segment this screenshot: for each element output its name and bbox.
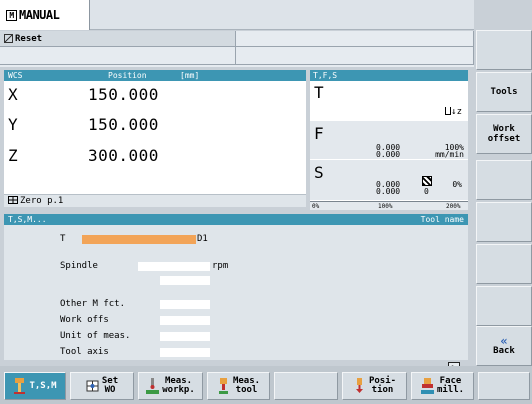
mode-tab: M MANUAL <box>0 0 90 30</box>
scale-label: 100% <box>378 203 393 210</box>
softkey-v1[interactable] <box>476 30 532 70</box>
feed-letter: F <box>314 124 324 143</box>
meas-workpiece-icon <box>146 378 160 394</box>
feed-block: F 0.000 0.000 100% mm/min <box>310 122 468 160</box>
tool-axis-text: ↓z <box>451 107 462 117</box>
tool-name-field[interactable] <box>82 235 196 244</box>
d-number-label: D1 <box>197 234 208 244</box>
spindle-value-2: 0.000 <box>376 187 401 196</box>
axis-name: Z <box>8 146 18 165</box>
manual-mode-icon: M <box>6 9 17 21</box>
tsm-header: T,S,M... Tool name <box>4 214 468 225</box>
softkey-h8[interactable] <box>478 372 530 400</box>
softkey-position[interactable]: Posi- tion <box>342 372 407 400</box>
spindle-stop-icon <box>422 176 432 186</box>
softkey-label: Face mill. <box>436 376 465 395</box>
axis-name: X <box>8 85 18 104</box>
set-wo-icon <box>86 380 99 392</box>
zero-point-icon <box>8 196 18 204</box>
position-title: Position <box>108 71 147 80</box>
tool-axis-field[interactable] <box>160 348 210 357</box>
softkey-meas-workp[interactable]: Meas. workp. <box>138 372 203 400</box>
softkey-label: Meas. tool <box>232 376 261 395</box>
axis-row-x: X 150.000 <box>4 81 306 109</box>
axis-value: 150.000 <box>88 115 159 134</box>
softkey-meas-tool[interactable]: Meas. tool <box>207 372 270 400</box>
tsm-title: T,S,M... <box>8 215 47 224</box>
spindle-direction-field[interactable] <box>160 276 210 285</box>
softkey-v4[interactable] <box>476 160 532 200</box>
softkey-tools[interactable]: Tools <box>476 72 532 112</box>
tool-block: T ↓z <box>310 81 468 121</box>
position-unit: [mm] <box>180 71 200 80</box>
softkey-tsm[interactable]: T,S,M <box>4 372 66 400</box>
axis-value: 150.000 <box>88 85 159 104</box>
softkey-label: T,S,M <box>29 380 57 391</box>
zero-point-label: Zero p.1 <box>20 196 64 206</box>
unit-of-meas-field[interactable] <box>160 332 210 341</box>
override-scale: 0% 100% 200% <box>310 201 468 210</box>
scale-label: 200% <box>446 203 461 210</box>
softkey-label: Set WO <box>101 376 119 395</box>
tsm-tool-icon <box>14 378 26 394</box>
spindle-zero: 0 <box>424 187 429 196</box>
feed-unit: mm/min <box>435 150 464 159</box>
unit-of-meas-label: Unit of meas. <box>60 331 131 341</box>
softkey-h5[interactable] <box>274 372 338 400</box>
spindle-override: 0% <box>452 180 462 189</box>
spindle-letter: S <box>314 163 324 182</box>
tsm-t-label: T <box>60 234 66 244</box>
work-offs-label: Work offs <box>60 315 109 325</box>
rpm-label: rpm <box>212 261 229 271</box>
meas-tool-icon <box>218 378 228 394</box>
reset-status: Reset <box>0 31 236 47</box>
spindle-speed-field[interactable] <box>138 262 210 271</box>
work-offs-field[interactable] <box>160 316 210 325</box>
axis-name: Y <box>8 115 18 134</box>
tool-name-label: Tool name <box>420 215 464 224</box>
face-mill-icon <box>420 378 434 394</box>
back-label: Back <box>493 346 515 356</box>
status-cell-bottom-right <box>236 47 474 65</box>
mode-label: MANUAL <box>19 8 60 22</box>
softkey-v5[interactable] <box>476 202 532 242</box>
softkey-v6[interactable] <box>476 244 532 284</box>
softkey-face-mill[interactable]: Face mill. <box>411 372 474 400</box>
softkey-label: Posi- tion <box>368 376 397 395</box>
position-icon <box>355 378 363 393</box>
tool-letter: T <box>314 83 324 102</box>
tool-axis-indicator: ↓z <box>445 107 462 117</box>
softkey-set-wo[interactable]: Set WO <box>70 372 134 400</box>
spindle-label: Spindle <box>60 261 98 271</box>
axis-row-z: Z 300.000 <box>4 142 306 170</box>
tfs-panel: T ↓z F 0.000 0.000 100% mm/min S 0.000 0… <box>310 81 468 201</box>
softkey-label: Meas. workp. <box>162 376 195 395</box>
other-m-label: Other M fct. <box>60 299 126 309</box>
channel-status-grid: Reset <box>0 31 474 67</box>
status-cell-top-right <box>236 31 474 47</box>
back-arrows-icon: « <box>500 334 508 348</box>
spindle-block: S 0.000 0.000 0% 0 <box>310 161 468 201</box>
reset-icon <box>4 34 13 43</box>
axis-row-y: Y 150.000 <box>4 111 306 139</box>
axis-value: 300.000 <box>88 146 159 165</box>
zero-point-row: Zero p.1 <box>4 194 306 207</box>
tfs-header: T,F,S <box>310 70 468 81</box>
other-m-field[interactable] <box>160 300 210 309</box>
wcs-title: WCS <box>8 71 23 80</box>
softkey-v7[interactable] <box>476 286 532 326</box>
reset-label: Reset <box>15 33 43 44</box>
top-status-strip <box>90 0 474 30</box>
tsm-panel: T D1 Spindle rpm Other M fct. Work offs … <box>4 225 468 360</box>
softkey-back[interactable]: « Back <box>476 326 532 366</box>
wcs-header: WCS Position [mm] <box>4 70 306 81</box>
scale-label: 0% <box>312 203 320 210</box>
softkey-work-offset[interactable]: Work offset <box>476 114 532 154</box>
tool-axis-label: Tool axis <box>60 347 109 357</box>
status-cell-bottom-left <box>0 47 236 65</box>
feed-value-2: 0.000 <box>376 150 401 159</box>
wcs-position-panel: X 150.000 Y 150.000 Z 300.000 <box>4 81 306 194</box>
